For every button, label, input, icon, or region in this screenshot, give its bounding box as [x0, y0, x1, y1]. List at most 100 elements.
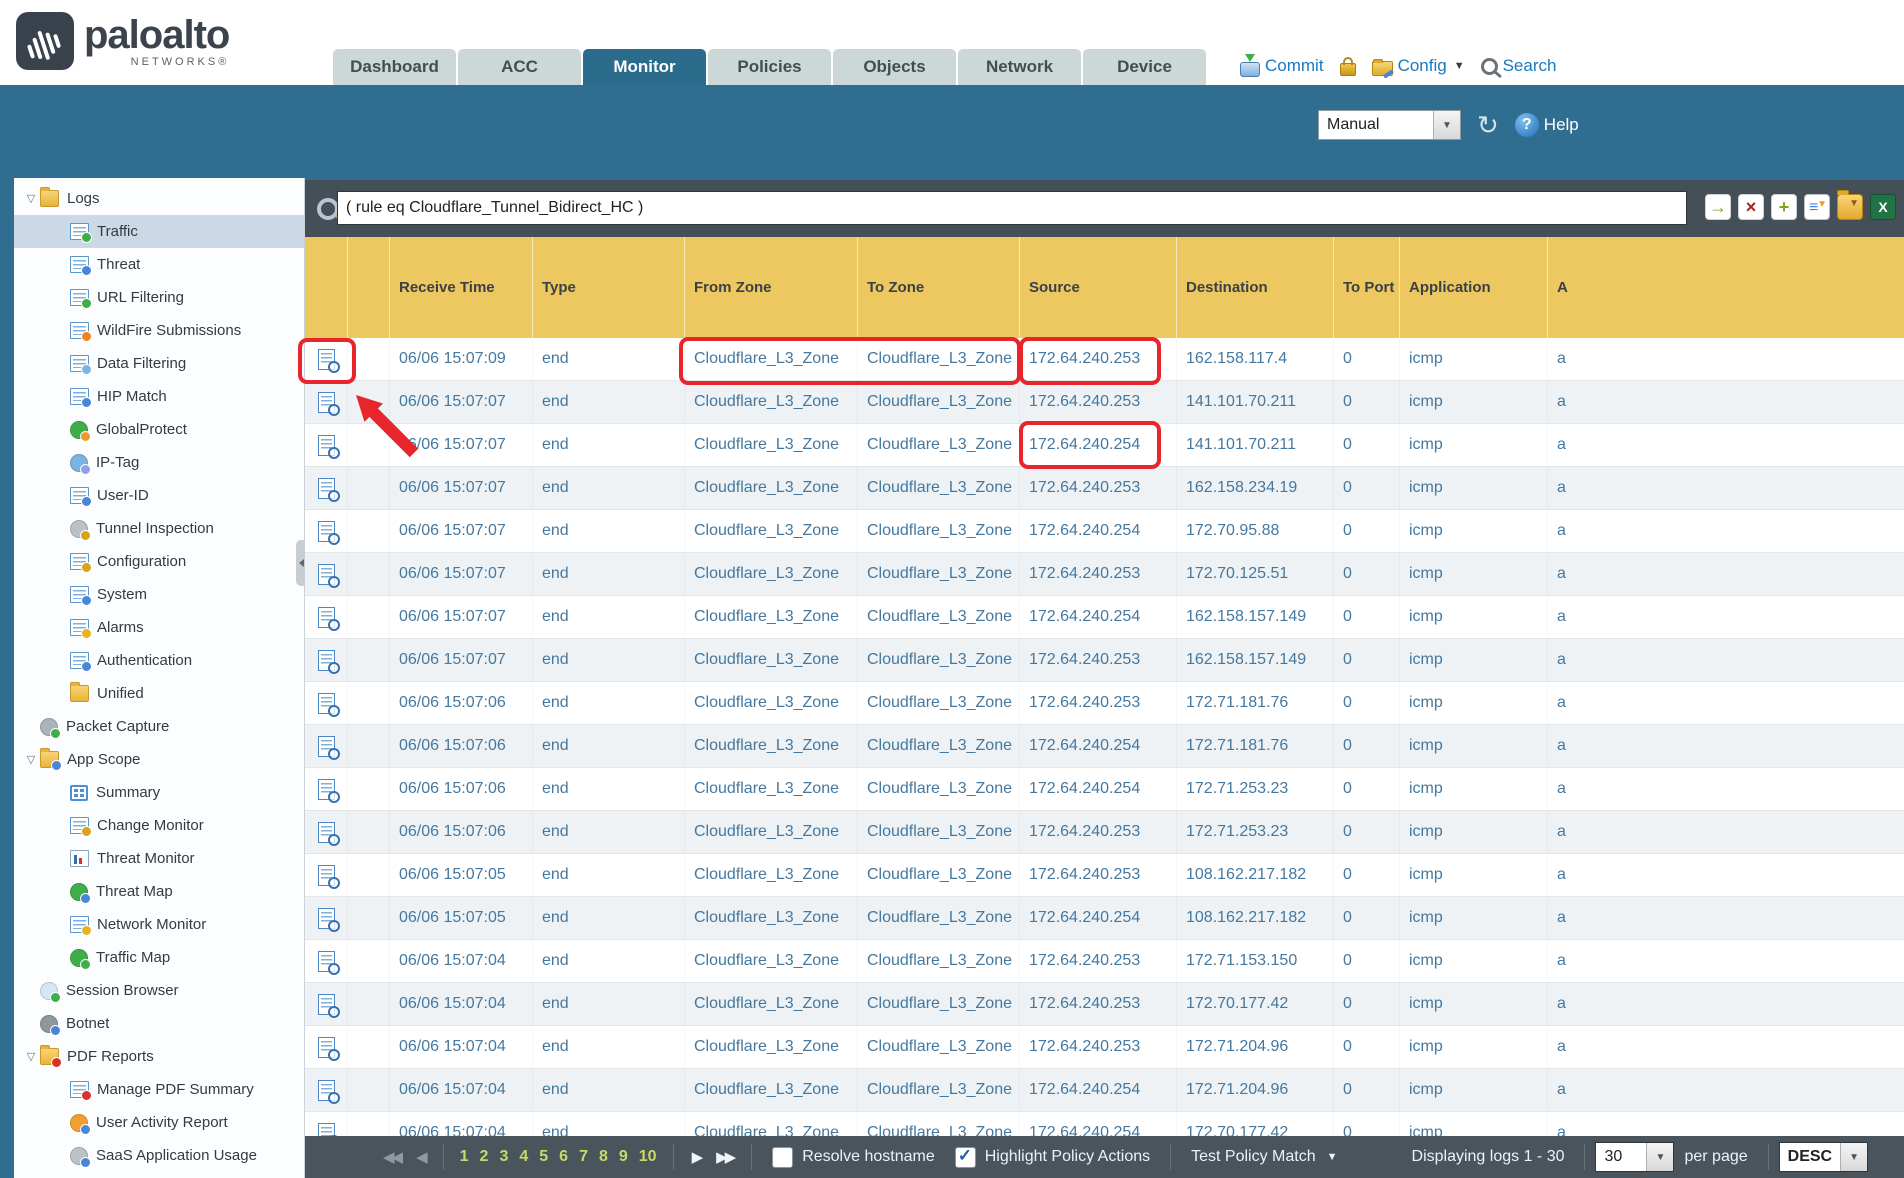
column-header-to-zone[interactable]: To Zone — [858, 237, 1020, 338]
sidebar-item-threat-monitor[interactable]: Threat Monitor — [14, 842, 304, 875]
per-page-select[interactable]: 30 ▼ — [1595, 1142, 1674, 1172]
column-header-destination[interactable]: Destination — [1177, 237, 1334, 338]
log-row[interactable]: 06/06 15:07:04 end Cloudflare_L3_Zone Cl… — [305, 1112, 1904, 1136]
log-row[interactable]: 06/06 15:07:07 end Cloudflare_L3_Zone Cl… — [305, 553, 1904, 596]
sidebar-item-traffic[interactable]: Traffic — [14, 215, 304, 248]
test-policy-match-button[interactable]: Test Policy Match ▼ — [1191, 1148, 1337, 1166]
log-row[interactable]: 06/06 15:07:07 end Cloudflare_L3_Zone Cl… — [305, 467, 1904, 510]
filter-builder-icon[interactable] — [1804, 194, 1830, 220]
log-detail-icon[interactable] — [318, 951, 335, 972]
log-row[interactable]: 06/06 15:07:09 end Cloudflare_L3_Zone Cl… — [305, 338, 1904, 381]
log-filter-input[interactable] — [337, 191, 1687, 225]
next-page-button[interactable]: ▶ — [692, 1148, 701, 1166]
refresh-mode-select[interactable]: Manual ▼ — [1318, 110, 1461, 140]
log-row[interactable]: 06/06 15:07:04 end Cloudflare_L3_Zone Cl… — [305, 983, 1904, 1026]
sidebar-item-configuration[interactable]: Configuration — [14, 545, 304, 578]
log-detail-icon[interactable] — [318, 607, 335, 628]
tab-objects[interactable]: Objects — [833, 49, 956, 85]
log-row[interactable]: 06/06 15:07:07 end Cloudflare_L3_Zone Cl… — [305, 639, 1904, 682]
column-header-receive-time[interactable]: Receive Time — [390, 237, 533, 338]
sidebar-item-globalprotect[interactable]: GlobalProtect — [14, 413, 304, 446]
log-row[interactable]: 06/06 15:07:07 end Cloudflare_L3_Zone Cl… — [305, 596, 1904, 639]
page-number[interactable]: 1 — [460, 1148, 469, 1166]
column-header-blank-1[interactable] — [348, 237, 390, 338]
page-number[interactable]: 10 — [639, 1148, 657, 1166]
log-detail-icon[interactable] — [318, 564, 335, 585]
tab-dashboard[interactable]: Dashboard — [333, 49, 456, 85]
log-detail-icon[interactable] — [318, 865, 335, 886]
help-label[interactable]: Help — [1544, 115, 1579, 135]
sidebar-item-summary[interactable]: Summary — [14, 776, 304, 809]
page-number[interactable]: 6 — [559, 1148, 568, 1166]
log-detail-icon[interactable] — [318, 1037, 335, 1058]
log-row[interactable]: 06/06 15:07:04 end Cloudflare_L3_Zone Cl… — [305, 940, 1904, 983]
tab-acc[interactable]: ACC — [458, 49, 581, 85]
log-detail-icon[interactable] — [318, 822, 335, 843]
sidebar-item-app-scope[interactable]: ▽ App Scope — [14, 743, 304, 776]
tab-policies[interactable]: Policies — [708, 49, 831, 85]
page-number[interactable]: 9 — [619, 1148, 628, 1166]
clear-filter-icon[interactable]: × — [1738, 194, 1764, 220]
page-number[interactable]: 2 — [480, 1148, 489, 1166]
tab-network[interactable]: Network — [958, 49, 1081, 85]
log-row[interactable]: 06/06 15:07:04 end Cloudflare_L3_Zone Cl… — [305, 1069, 1904, 1112]
log-detail-icon[interactable] — [318, 994, 335, 1015]
sidebar-item-botnet[interactable]: Botnet — [14, 1007, 304, 1040]
search-button[interactable]: Search — [1481, 56, 1557, 76]
log-detail-icon[interactable] — [318, 1123, 335, 1137]
tab-device[interactable]: Device — [1083, 49, 1206, 85]
sidebar-item-logs[interactable]: ▽ Logs — [14, 182, 304, 215]
log-detail-icon[interactable] — [318, 779, 335, 800]
expander-icon[interactable]: ▽ — [22, 1050, 40, 1063]
log-row[interactable]: 06/06 15:07:06 end Cloudflare_L3_Zone Cl… — [305, 725, 1904, 768]
column-header-blank-0[interactable] — [305, 237, 348, 338]
sidebar-item-traffic-map[interactable]: Traffic Map — [14, 941, 304, 974]
last-page-button[interactable]: ▶▶ — [716, 1148, 733, 1166]
log-row[interactable]: 06/06 15:07:07 end Cloudflare_L3_Zone Cl… — [305, 510, 1904, 553]
first-page-button[interactable]: ◀◀ — [383, 1148, 400, 1166]
log-detail-icon[interactable] — [318, 521, 335, 542]
log-detail-icon[interactable] — [318, 650, 335, 671]
help-icon[interactable]: ? — [1515, 113, 1539, 137]
log-detail-icon[interactable] — [318, 908, 335, 929]
sidebar-item-data-filtering[interactable]: Data Filtering — [14, 347, 304, 380]
log-detail-icon[interactable] — [318, 349, 335, 370]
apply-filter-icon[interactable]: → — [1705, 194, 1731, 220]
sidebar-item-ip-tag[interactable]: IP-Tag — [14, 446, 304, 479]
log-detail-icon[interactable] — [318, 1080, 335, 1101]
log-row[interactable]: 06/06 15:07:07 end Cloudflare_L3_Zone Cl… — [305, 424, 1904, 467]
sidebar-item-session-browser[interactable]: Session Browser — [14, 974, 304, 1007]
log-row[interactable]: 06/06 15:07:07 end Cloudflare_L3_Zone Cl… — [305, 381, 1904, 424]
sidebar-item-hip-match[interactable]: HIP Match — [14, 380, 304, 413]
log-detail-icon[interactable] — [318, 435, 335, 456]
lock-button[interactable] — [1340, 56, 1356, 76]
sidebar-item-packet-capture[interactable]: Packet Capture — [14, 710, 304, 743]
log-row[interactable]: 06/06 15:07:05 end Cloudflare_L3_Zone Cl… — [305, 897, 1904, 940]
sidebar-item-alarms[interactable]: Alarms — [14, 611, 304, 644]
sidebar-collapse-handle[interactable] — [296, 540, 305, 586]
log-detail-icon[interactable] — [318, 392, 335, 413]
config-menu-button[interactable]: Config ▼ — [1372, 56, 1465, 76]
sidebar-item-pdf-reports[interactable]: ▽ PDF Reports — [14, 1040, 304, 1073]
sidebar-item-network-monitor[interactable]: Network Monitor — [14, 908, 304, 941]
page-number[interactable]: 7 — [579, 1148, 588, 1166]
sidebar-item-system[interactable]: System — [14, 578, 304, 611]
log-row[interactable]: 06/06 15:07:06 end Cloudflare_L3_Zone Cl… — [305, 811, 1904, 854]
expander-icon[interactable]: ▽ — [22, 192, 40, 205]
column-header-to-port[interactable]: To Port — [1334, 237, 1400, 338]
log-row[interactable]: 06/06 15:07:05 end Cloudflare_L3_Zone Cl… — [305, 854, 1904, 897]
tab-monitor[interactable]: Monitor — [583, 49, 706, 85]
column-header-source[interactable]: Source — [1020, 237, 1177, 338]
refresh-mode-dropdown-icon[interactable]: ▼ — [1433, 111, 1460, 139]
sidebar-item-threat[interactable]: Threat — [14, 248, 304, 281]
log-detail-icon[interactable] — [318, 478, 335, 499]
highlight-policy-checkbox[interactable] — [955, 1147, 976, 1168]
log-row[interactable]: 06/06 15:07:06 end Cloudflare_L3_Zone Cl… — [305, 768, 1904, 811]
refresh-icon[interactable]: ↻ — [1477, 112, 1499, 138]
sort-order-dropdown-icon[interactable]: ▼ — [1840, 1143, 1867, 1171]
log-row[interactable]: 06/06 15:07:04 end Cloudflare_L3_Zone Cl… — [305, 1026, 1904, 1069]
sidebar-item-user-activity-report[interactable]: User Activity Report — [14, 1106, 304, 1139]
resolve-hostname-checkbox[interactable] — [772, 1147, 793, 1168]
sidebar-item-url-filtering[interactable]: URL Filtering — [14, 281, 304, 314]
log-detail-icon[interactable] — [318, 693, 335, 714]
